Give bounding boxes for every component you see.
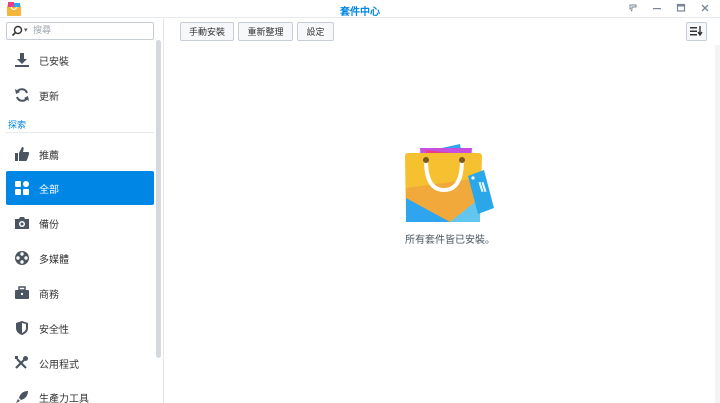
sidebar-item-installed[interactable]: 已安裝	[6, 43, 154, 77]
sidebar-item-label: 更新	[39, 91, 59, 103]
search-input[interactable]	[33, 24, 151, 38]
sidebar-item-label: 備份	[39, 219, 59, 231]
package-bag-icon	[405, 144, 494, 222]
search-icon[interactable]	[11, 25, 23, 37]
sidebar-item-label: 安全性	[39, 324, 69, 336]
grid-icon	[13, 179, 31, 197]
divider	[6, 132, 154, 133]
search-box[interactable]: ▾	[6, 22, 154, 40]
sidebar-item-backup[interactable]: 備份	[6, 206, 154, 240]
film-reel-icon	[13, 249, 31, 267]
section-label-explore: 探索	[8, 121, 27, 131]
sidebar-item-label: 全部	[39, 184, 59, 196]
sidebar-item-label: 多媒體	[39, 254, 69, 266]
briefcase-icon	[13, 284, 31, 302]
sidebar: ▾ 已安裝 更新 探索 推薦 全部 備份	[0, 18, 164, 403]
sidebar-item-business[interactable]: 商務	[6, 276, 154, 310]
manual-install-button[interactable]: 手動安裝	[180, 22, 234, 41]
help-icon[interactable]	[626, 1, 640, 15]
sidebar-item-recommended[interactable]: 推薦	[6, 137, 154, 171]
sidebar-item-label: 公用程式	[39, 359, 79, 371]
sidebar-item-security[interactable]: 安全性	[6, 311, 154, 345]
sidebar-scrollbar[interactable]	[156, 40, 161, 358]
download-icon	[13, 51, 31, 69]
sort-button[interactable]	[686, 22, 707, 41]
sidebar-item-label: 商務	[39, 289, 59, 301]
sidebar-item-label: 推薦	[39, 150, 59, 162]
sidebar-item-all[interactable]: 全部	[6, 171, 154, 205]
maximize-icon[interactable]	[674, 1, 688, 15]
title-bar: 套件中心	[0, 0, 720, 18]
window-edge	[715, 45, 720, 403]
empty-state-message: 所有套件皆已安裝。	[405, 235, 495, 246]
sidebar-item-productivity[interactable]: 生產力工具	[6, 380, 154, 403]
sidebar-item-label: 生產力工具	[39, 393, 89, 403]
sidebar-item-multimedia[interactable]: 多媒體	[6, 241, 154, 275]
refresh-icon	[13, 86, 31, 104]
window-title: 套件中心	[340, 7, 380, 18]
chevron-down-icon[interactable]: ▾	[24, 26, 28, 34]
settings-button[interactable]: 設定	[297, 22, 334, 41]
sidebar-item-utilities[interactable]: 公用程式	[6, 346, 154, 380]
sidebar-item-label: 已安裝	[39, 56, 69, 68]
sort-icon	[690, 26, 703, 37]
backup-camera-icon	[13, 214, 31, 232]
thumbs-up-icon	[13, 145, 31, 163]
minimize-icon[interactable]	[650, 1, 664, 15]
sidebar-item-update[interactable]: 更新	[6, 78, 154, 112]
rocket-icon	[13, 388, 31, 403]
shield-icon	[13, 319, 31, 337]
tools-icon	[13, 354, 31, 372]
close-icon[interactable]	[698, 1, 712, 15]
refresh-button[interactable]: 重新整理	[238, 22, 293, 41]
